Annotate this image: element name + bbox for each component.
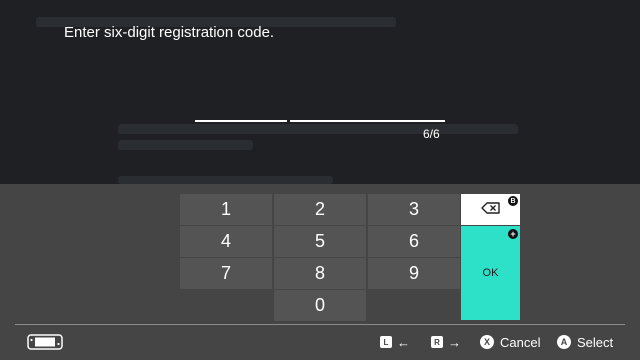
background-placeholder [118, 140, 253, 150]
footer-bar [0, 324, 640, 360]
key-2[interactable]: 2 [274, 194, 366, 225]
r-button-icon: R [431, 336, 443, 348]
prompt-text: Enter six-digit registration code. [64, 24, 275, 41]
cancel-label: Cancel [500, 334, 541, 350]
key-5[interactable]: 5 [274, 226, 366, 257]
character-counter: 6/6 [423, 127, 440, 141]
hint-move-left[interactable]: L ← [380, 334, 410, 350]
key-1[interactable]: 1 [180, 194, 272, 225]
backspace-icon [480, 201, 501, 219]
background-placeholder [118, 176, 333, 184]
plus-button-badge: + [508, 229, 518, 239]
a-button-icon: A [557, 335, 571, 349]
b-button-badge: B [508, 196, 518, 206]
code-input-cursor [287, 119, 290, 122]
x-button-icon: X [480, 335, 494, 349]
key-7[interactable]: 7 [180, 258, 272, 289]
key-0[interactable]: 0 [274, 290, 366, 321]
left-arrow-icon: ← [397, 334, 410, 350]
switch-console-icon [27, 334, 63, 355]
key-9[interactable]: 9 [368, 258, 460, 289]
select-hint[interactable]: A Select [557, 334, 613, 350]
footer-divider [15, 324, 625, 325]
key-6[interactable]: 6 [368, 226, 460, 257]
code-input-field[interactable] [195, 120, 445, 122]
right-arrow-icon: → [448, 334, 461, 350]
background-placeholder [118, 124, 518, 134]
l-button-icon: L [380, 336, 392, 348]
key-3[interactable]: 3 [368, 194, 460, 225]
cancel-hint[interactable]: X Cancel [480, 334, 540, 350]
select-label: Select [577, 334, 614, 350]
key-4[interactable]: 4 [180, 226, 272, 257]
key-8[interactable]: 8 [274, 258, 366, 289]
hint-move-right[interactable]: R → [431, 334, 461, 350]
ok-button[interactable]: OK [461, 226, 520, 320]
